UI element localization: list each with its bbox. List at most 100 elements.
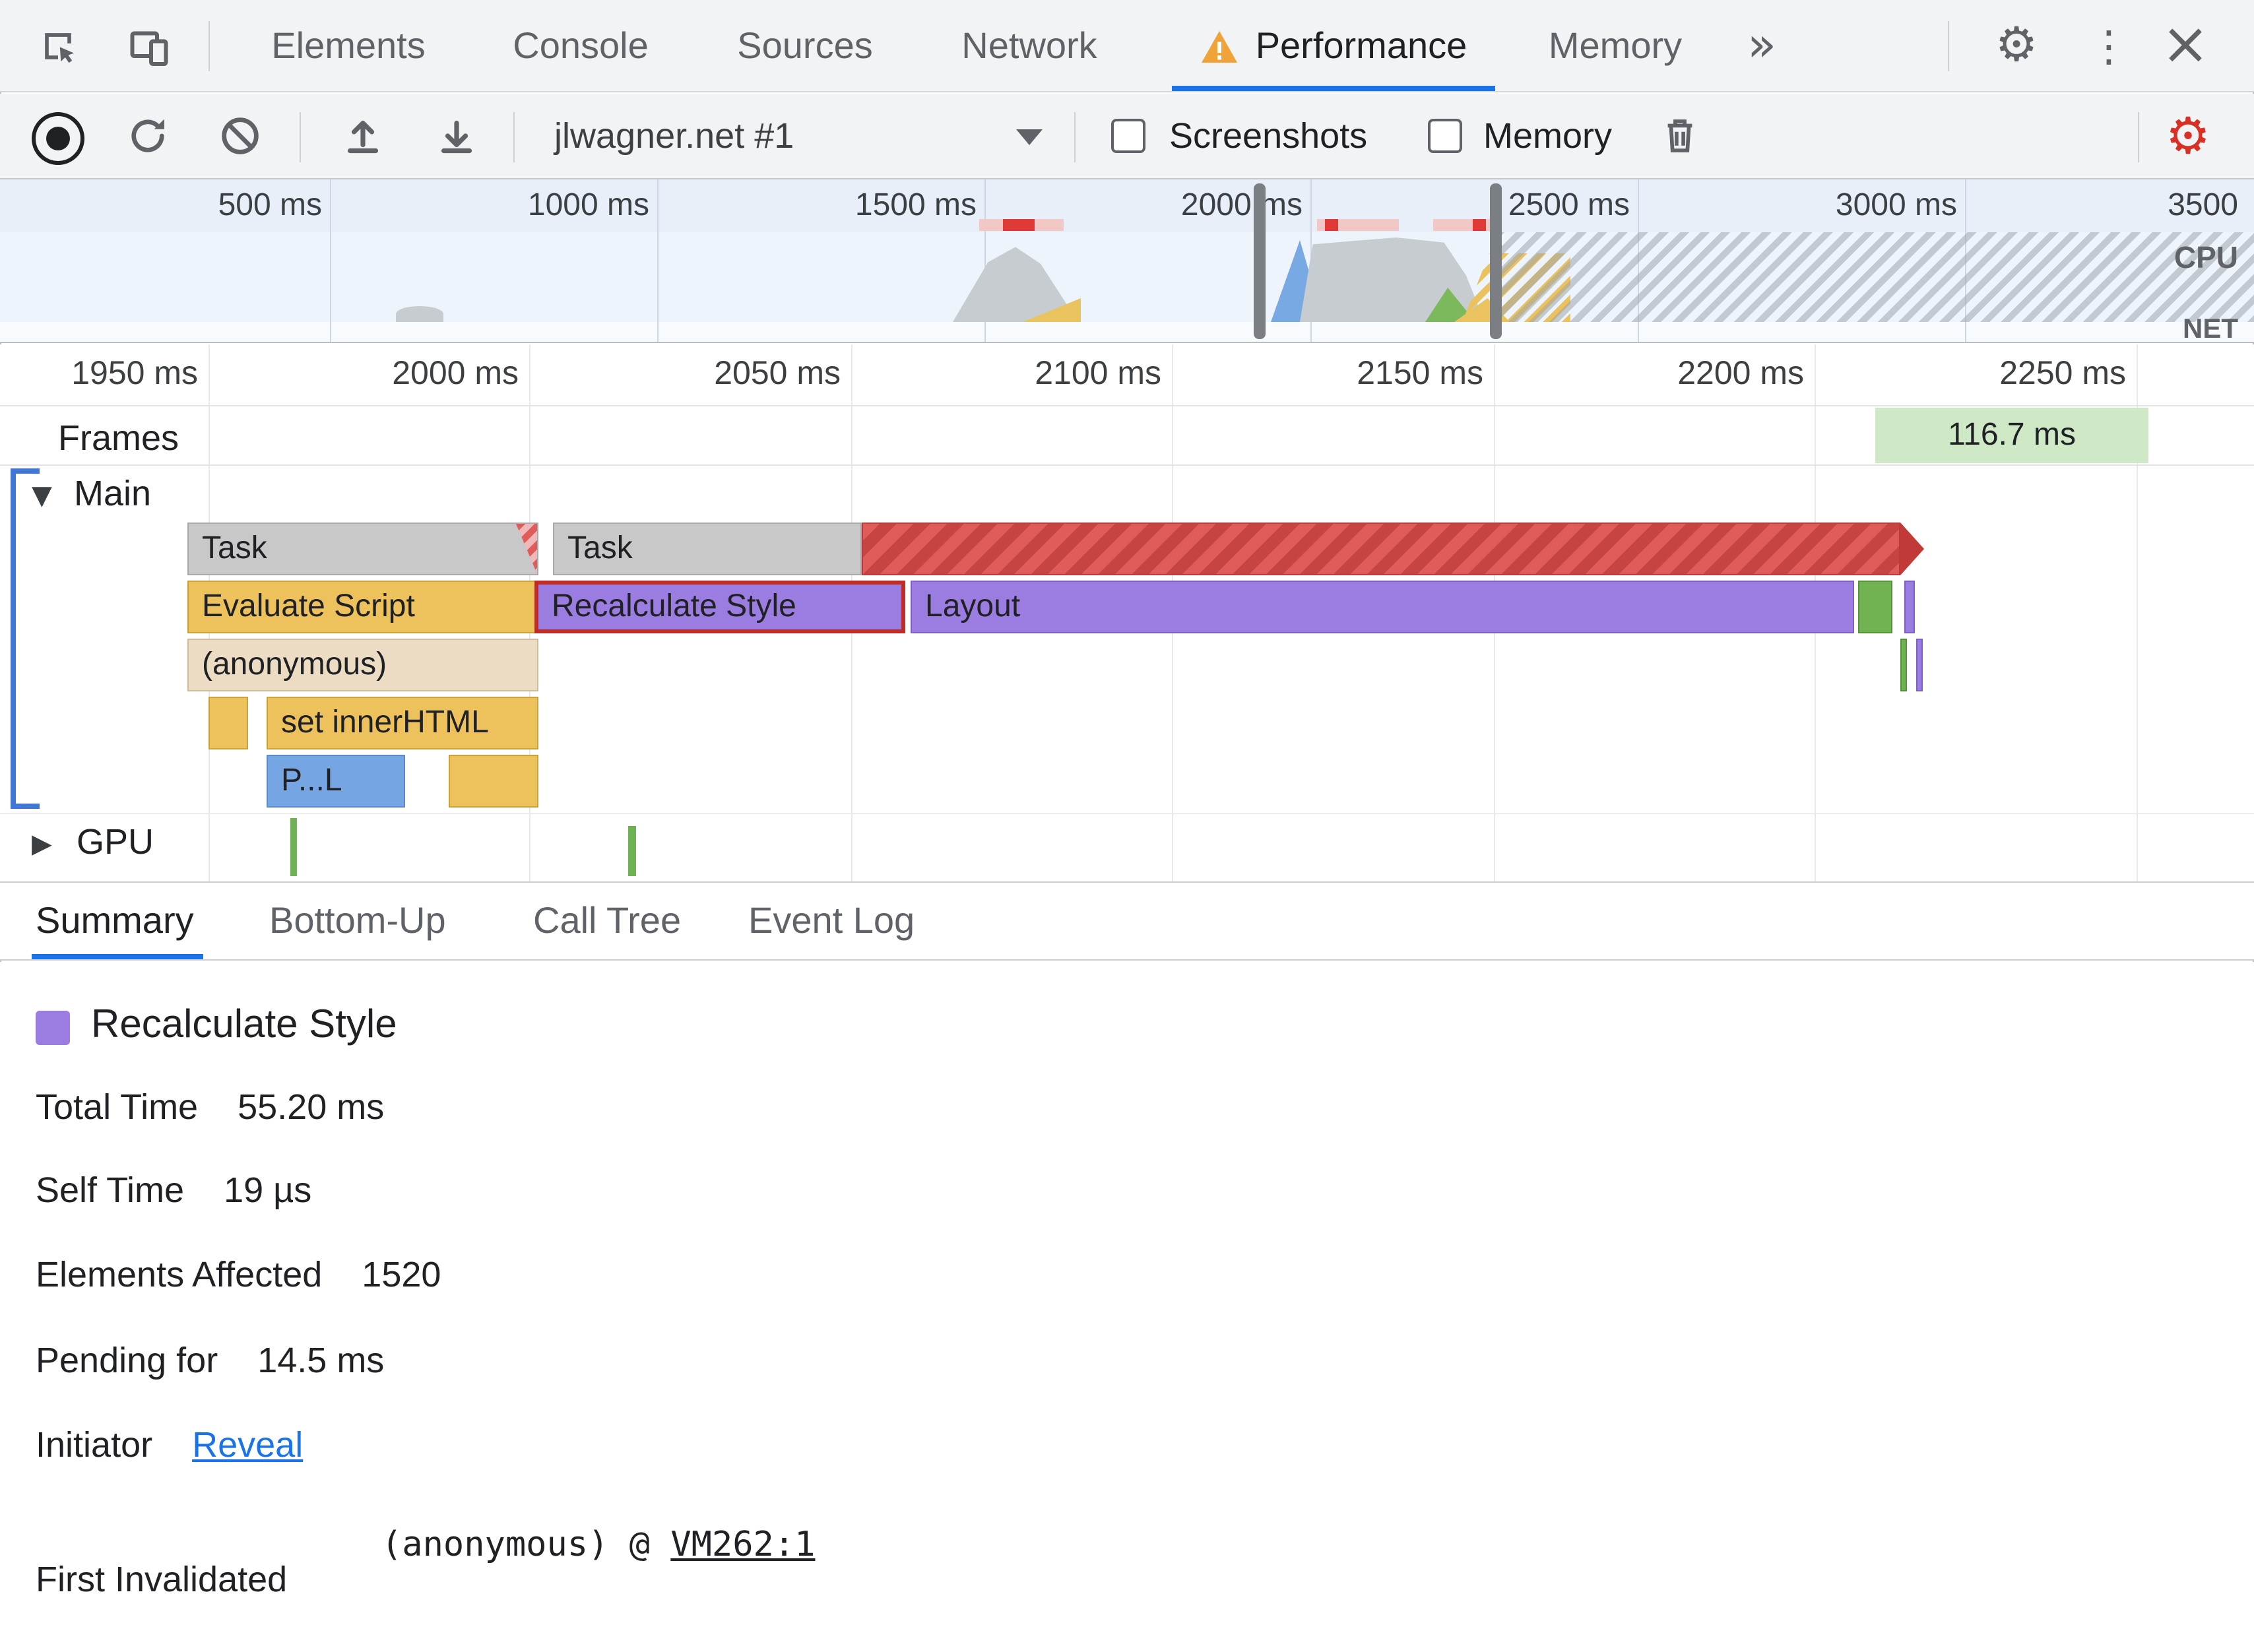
tab-summary[interactable]: Summary <box>36 883 194 959</box>
chevron-down-icon[interactable] <box>1016 129 1043 145</box>
flame-bar-set-innerhtml[interactable]: set innerHTML <box>267 697 538 749</box>
gpu-track-expander[interactable]: ▶ <box>32 827 52 859</box>
flame-bar-paint[interactable] <box>1858 581 1892 633</box>
ruler-tick-2100: 2100 ms <box>1035 355 1161 392</box>
gpu-activity-mark[interactable] <box>290 818 297 876</box>
flame-chart-area[interactable]: 1950 ms 2000 ms 2050 ms 2100 ms 2150 ms … <box>0 344 2254 881</box>
long-task-arrow-icon <box>1900 523 1924 575</box>
stat-label: Pending for <box>36 1341 218 1380</box>
overview-tick-2000: 2000 ms <box>1180 187 1303 223</box>
tab-call-tree[interactable]: Call Tree <box>533 883 681 959</box>
flame-bar-script-small[interactable] <box>449 755 538 808</box>
flame-bar-task-label: Task <box>202 530 267 566</box>
source-location-link[interactable]: VM262:1 <box>670 1525 815 1565</box>
first-invalidated-source: (anonymous) @ VM262:1 <box>381 1525 815 1565</box>
device-frames-icon <box>130 31 168 66</box>
flame-bar-parse-html[interactable]: P...L <box>267 755 405 808</box>
flame-bar-task[interactable]: Task <box>553 523 862 575</box>
save-profile-button[interactable] <box>433 112 480 160</box>
tab-performance[interactable]: Performance <box>1172 0 1495 92</box>
flame-bar-label: set innerHTML <box>281 705 489 740</box>
device-toolbar-icon[interactable] <box>124 22 174 70</box>
capture-settings-button[interactable]: ⚙ <box>2162 110 2214 162</box>
stat-self-time: Self Time 19 µs <box>36 1170 311 1211</box>
reload-and-record-button[interactable] <box>125 113 170 158</box>
settings-button[interactable]: ⚙ <box>1991 21 2042 71</box>
tab-network[interactable]: Network <box>961 0 1097 92</box>
flame-bar-task[interactable]: Task <box>187 523 538 575</box>
flame-bar-script-small[interactable] <box>209 697 248 749</box>
more-tabs-icon: » <box>1747 18 1777 73</box>
flame-bar-layout[interactable]: Layout <box>911 581 1854 633</box>
tab-sources[interactable]: Sources <box>737 0 872 92</box>
frames-track-label: Frames <box>58 418 179 458</box>
clear-recording-button[interactable] <box>218 113 263 158</box>
tab-memory[interactable]: Memory <box>1549 0 1682 92</box>
toolbar-divider <box>2138 112 2139 162</box>
record-icon <box>32 112 84 165</box>
selection-handle-right[interactable] <box>1490 183 1502 339</box>
profile-select[interactable]: jlwagner.net #1 <box>554 116 794 157</box>
flame-bar-label: Recalculate Style <box>552 588 796 624</box>
stat-label: Elements Affected <box>36 1255 323 1294</box>
tab-elements[interactable]: Elements <box>271 0 425 92</box>
tab-event-log-label: Event Log <box>748 900 915 941</box>
stack-frame-text: (anonymous) @ <box>381 1525 671 1565</box>
gridline-vertical <box>657 179 659 342</box>
toolbar-divider <box>209 21 210 71</box>
devtools-tab-bar: Elements Console Sources Network Perform… <box>0 0 2254 92</box>
flame-bar-evaluate-script[interactable]: Evaluate Script <box>187 581 538 633</box>
gridline-vertical <box>330 179 331 342</box>
stat-label: First Invalidated <box>36 1560 288 1599</box>
screenshots-checkbox-label[interactable]: Screenshots <box>1169 116 1367 157</box>
toolbar-divider <box>1948 21 1949 71</box>
main-track-expander[interactable]: ▼ <box>32 479 52 511</box>
gpu-activity-mark[interactable] <box>628 826 636 876</box>
summary-header: Recalculate Style <box>36 1003 397 1048</box>
gpu-separator <box>0 813 2254 814</box>
trash-icon <box>1667 119 1692 152</box>
inspect-icon[interactable] <box>34 22 82 70</box>
flame-bar-anonymous[interactable]: (anonymous) <box>187 639 538 691</box>
tab-console[interactable]: Console <box>513 0 648 92</box>
selection-handle-left[interactable] <box>1254 183 1266 339</box>
ruler-tick-2250: 2250 ms <box>1999 355 2126 392</box>
flame-bar-style-sliver[interactable] <box>1904 581 1915 633</box>
long-task-marker-red <box>1003 219 1035 231</box>
customize-menu-button[interactable]: ⋮ <box>2088 21 2130 71</box>
frame-duration-chip[interactable]: 116.7 ms <box>1875 408 2148 463</box>
three-dot-menu-icon: ⋮ <box>2088 21 2130 71</box>
screenshots-checkbox[interactable] <box>1111 119 1145 153</box>
long-task-marker-red <box>1473 219 1486 231</box>
cpu-strip-label: CPU <box>2174 240 2238 274</box>
warning-icon <box>1202 30 1238 62</box>
tab-sources-label: Sources <box>737 25 873 66</box>
main-track-label: Main <box>74 474 152 513</box>
chevron-collapsed-icon: ▶ <box>32 827 52 859</box>
flame-bar-task-label: Task <box>567 530 633 566</box>
tab-event-log[interactable]: Event Log <box>748 883 915 959</box>
ruler-separator <box>0 405 2254 406</box>
memory-checkbox-label[interactable]: Memory <box>1483 116 1612 157</box>
frames-separator <box>0 464 2254 466</box>
more-tabs-button[interactable]: » <box>1747 0 1776 92</box>
initiator-reveal-link[interactable]: Reveal <box>192 1425 303 1465</box>
tab-bottom-up[interactable]: Bottom-Up <box>269 883 446 959</box>
clear-button[interactable] <box>1658 113 1702 158</box>
main-track-selection-bracket <box>11 468 16 809</box>
flame-bar-style-sliver[interactable] <box>1916 639 1923 691</box>
overview-tick-500: 500 ms <box>218 187 322 223</box>
stat-value: 14.5 ms <box>257 1341 385 1380</box>
flame-bar-recalculate-style-selected[interactable]: Recalculate Style <box>534 581 905 633</box>
flame-bar-long-task-hatch[interactable] <box>862 523 1900 575</box>
load-profile-button[interactable] <box>339 112 387 160</box>
record-button[interactable] <box>32 112 84 165</box>
flame-bar-label: Layout <box>925 588 1021 624</box>
memory-checkbox[interactable] <box>1428 119 1462 153</box>
tab-console-label: Console <box>513 25 649 66</box>
stat-elements-affected: Elements Affected 1520 <box>36 1255 441 1296</box>
stat-value: 1520 <box>362 1255 441 1294</box>
close-devtools-button[interactable]: × <box>2156 15 2214 74</box>
flame-bar-paint-sliver[interactable] <box>1900 639 1907 691</box>
timeline-overview[interactable]: 500 ms 1000 ms 1500 ms 2000 ms 2500 ms 3… <box>0 179 2254 343</box>
